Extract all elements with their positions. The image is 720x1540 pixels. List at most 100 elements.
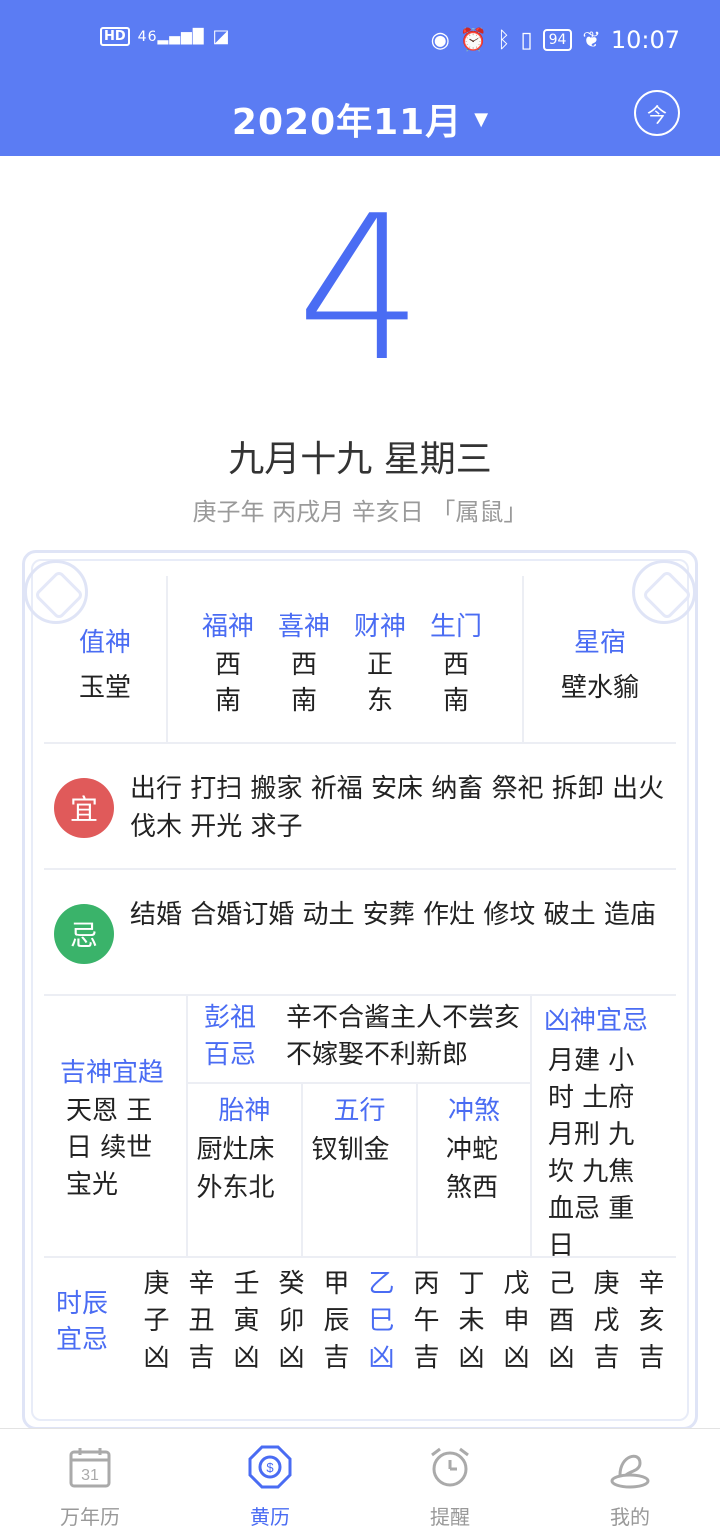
pengzu-label: 彭祖百忌 — [204, 1003, 257, 1070]
hour-cell: 丙 — [413, 1269, 440, 1299]
hour-column: 辛亥吉 — [629, 1266, 674, 1377]
ganzhi-line: 庚子年 丙戌月 辛亥日 「属鼠」 — [192, 498, 528, 526]
chongsha-text: 冲蛇煞西 — [446, 1135, 499, 1203]
nav-profile[interactable]: 我的 — [540, 1429, 720, 1540]
bottom-nav: 31 万年历 $ 黄历 提醒 我的 — [0, 1428, 720, 1540]
today-button[interactable]: 今 — [634, 90, 680, 136]
fushen: 福神 西南 — [201, 612, 254, 716]
hour-cell: 庚 — [143, 1269, 170, 1299]
hour-cell: 庚 — [593, 1269, 620, 1299]
nav-calendar[interactable]: 31 万年历 — [0, 1429, 180, 1540]
wuxing-text: 钗钏金 — [311, 1135, 390, 1165]
xingxiu-value: 壁水貐 — [560, 673, 639, 703]
taishen-text: 厨灶床外东北 — [196, 1135, 275, 1203]
hour-cell: 卯 — [278, 1306, 305, 1336]
xiongshen-text: 月建 小时 土府 月刑 九坎 九焦 血忌 重日 — [548, 1046, 635, 1261]
hour-column: 癸卯凶 — [269, 1266, 314, 1377]
month-selector[interactable]: 2020年11月 ▼ — [0, 84, 720, 154]
hour-cell: 子 — [143, 1306, 170, 1336]
hour-cell: 凶 — [548, 1343, 575, 1373]
nav-reminder-label: 提醒 — [430, 1505, 470, 1529]
taishen-cell: 胎神 厨灶床外东北 — [188, 1084, 303, 1258]
hour-column: 壬寅凶 — [224, 1266, 269, 1377]
caret-down-icon: ▼ — [474, 108, 489, 130]
day-number: 4 — [296, 173, 424, 406]
hour-cell: 吉 — [323, 1343, 350, 1373]
hour-cell: 凶 — [368, 1343, 395, 1373]
status-left: HD 46▂▄▆█ ◪ — [100, 26, 230, 47]
hour-cell: 己 — [548, 1269, 575, 1299]
hours-list: 庚子凶辛丑吉壬寅凶癸卯凶甲辰吉乙巳凶丙午吉丁未凶戊申凶己酉凶庚戌吉辛亥吉 — [134, 1266, 674, 1377]
hour-cell: 乙 — [368, 1269, 395, 1299]
xiongshen-label: 凶神宜忌 — [544, 1006, 649, 1036]
hour-cell: 亥 — [638, 1306, 665, 1336]
profile-icon — [610, 1454, 650, 1489]
calendar-icon: 31 — [69, 1448, 111, 1488]
leaf-icon: ❦ — [582, 27, 601, 53]
chongsha-label: 冲煞 — [447, 1096, 500, 1126]
yi-text: 出行 打扫 搬家 祈福 安床 纳畜 祭祀 拆卸 出火 伐木 开光 求子 — [130, 774, 665, 842]
hour-cell: 壬 — [233, 1269, 260, 1299]
hour-cell: 寅 — [233, 1306, 260, 1336]
jishen-text: 天恩 王日 续世 宝光 — [66, 1096, 153, 1200]
hour-cell: 吉 — [593, 1343, 620, 1373]
nav-almanac[interactable]: $ 黄历 — [180, 1429, 360, 1540]
yi-badge: 宜 — [54, 778, 114, 838]
app-header: HD 46▂▄▆█ ◪ ◉ ⏰ ᛒ ▯ 94 ❦ 10:07 2020年11月 … — [0, 0, 720, 156]
zhishen-cell: 值神 玉堂 — [44, 576, 168, 744]
hour-column: 甲辰吉 — [314, 1266, 359, 1377]
xingxiu-cell: 星宿 壁水貐 — [524, 576, 676, 744]
svg-text:31: 31 — [81, 1467, 99, 1484]
hour-column: 己酉凶 — [539, 1266, 584, 1377]
yi-row: 宜 出行 打扫 搬家 祈福 安床 纳畜 祭祀 拆卸 出火 伐木 开光 求子 — [44, 744, 676, 870]
eye-icon: ◉ — [430, 27, 450, 53]
lunar-date: 九月十九 星期三 — [228, 439, 492, 480]
caishen: 财神 正东 — [353, 612, 406, 716]
hour-cell: 凶 — [143, 1343, 170, 1373]
hour-cell: 辛 — [638, 1269, 665, 1299]
jishen-cell: 吉神宜趋 天恩 王日 续世 宝光 — [44, 996, 188, 1258]
hour-cell: 辛 — [188, 1269, 215, 1299]
svg-text:$: $ — [266, 1460, 274, 1475]
hour-cell: 丁 — [458, 1269, 485, 1299]
hour-column: 丁未凶 — [449, 1266, 494, 1377]
nav-calendar-label: 万年历 — [60, 1505, 120, 1529]
taishen-label: 胎神 — [218, 1096, 271, 1126]
chongsha-cell: 冲煞 冲蛇煞西 — [418, 1084, 532, 1258]
hour-cell: 癸 — [278, 1269, 305, 1299]
shichen-label: 时辰宜忌 — [56, 1289, 109, 1355]
wuxing-cell: 五行 钗钏金 — [303, 1084, 418, 1258]
hour-cell: 吉 — [638, 1343, 665, 1373]
hour-cell: 申 — [503, 1306, 530, 1336]
signal-icon: 46▂▄▆█ — [137, 28, 205, 45]
hour-cell: 辰 — [323, 1306, 350, 1336]
shengmen: 生门 西南 — [429, 612, 482, 716]
hour-column: 庚戌吉 — [584, 1266, 629, 1377]
hour-column: 乙巳凶 — [359, 1266, 404, 1377]
hour-cell: 凶 — [278, 1343, 305, 1373]
hour-cell: 戌 — [593, 1306, 620, 1336]
hour-cell: 丑 — [188, 1306, 215, 1336]
hour-cell: 吉 — [188, 1343, 215, 1373]
hour-column: 戊申凶 — [494, 1266, 539, 1377]
pengzu-text: 辛不合酱主人不尝亥不嫁娶不利新郎 — [286, 1003, 521, 1070]
hour-cell: 戊 — [503, 1269, 530, 1299]
bagua-icon: $ — [248, 1445, 292, 1489]
directions-cell: 福神 西南 喜神 西南 财神 正东 生门 西南 — [168, 576, 524, 744]
status-bar: HD 46▂▄▆█ ◪ ◉ ⏰ ᛒ ▯ 94 ❦ 10:07 — [0, 0, 720, 84]
status-time: 10:07 — [610, 26, 680, 54]
wuxing-label: 五行 — [333, 1096, 386, 1126]
hour-column: 丙午吉 — [404, 1266, 449, 1377]
xishen: 喜神 西南 — [277, 612, 330, 716]
details-row: 吉神宜趋 天恩 王日 续世 宝光 彭祖百忌 辛不合酱主人不尝亥不嫁娶不利新郎 胎… — [44, 996, 676, 1261]
ji-text: 结婚 合婚订婚 动土 安葬 作灶 修坟 破土 造庙 — [130, 900, 656, 930]
shichen-row: 时辰宜忌 庚子凶辛丑吉壬寅凶癸卯凶甲辰吉乙巳凶丙午吉丁未凶戊申凶己酉凶庚戌吉辛亥… — [44, 1258, 676, 1388]
alarm-clock-icon — [431, 1447, 469, 1487]
hour-cell: 甲 — [323, 1269, 350, 1299]
hour-column: 辛丑吉 — [179, 1266, 224, 1377]
nav-reminder[interactable]: 提醒 — [360, 1429, 540, 1540]
ji-badge: 忌 — [54, 904, 114, 964]
battery-icon: 94 — [542, 29, 573, 51]
alarm-icon: ⏰ — [459, 27, 488, 53]
xingxiu-label: 星宿 — [573, 628, 626, 658]
